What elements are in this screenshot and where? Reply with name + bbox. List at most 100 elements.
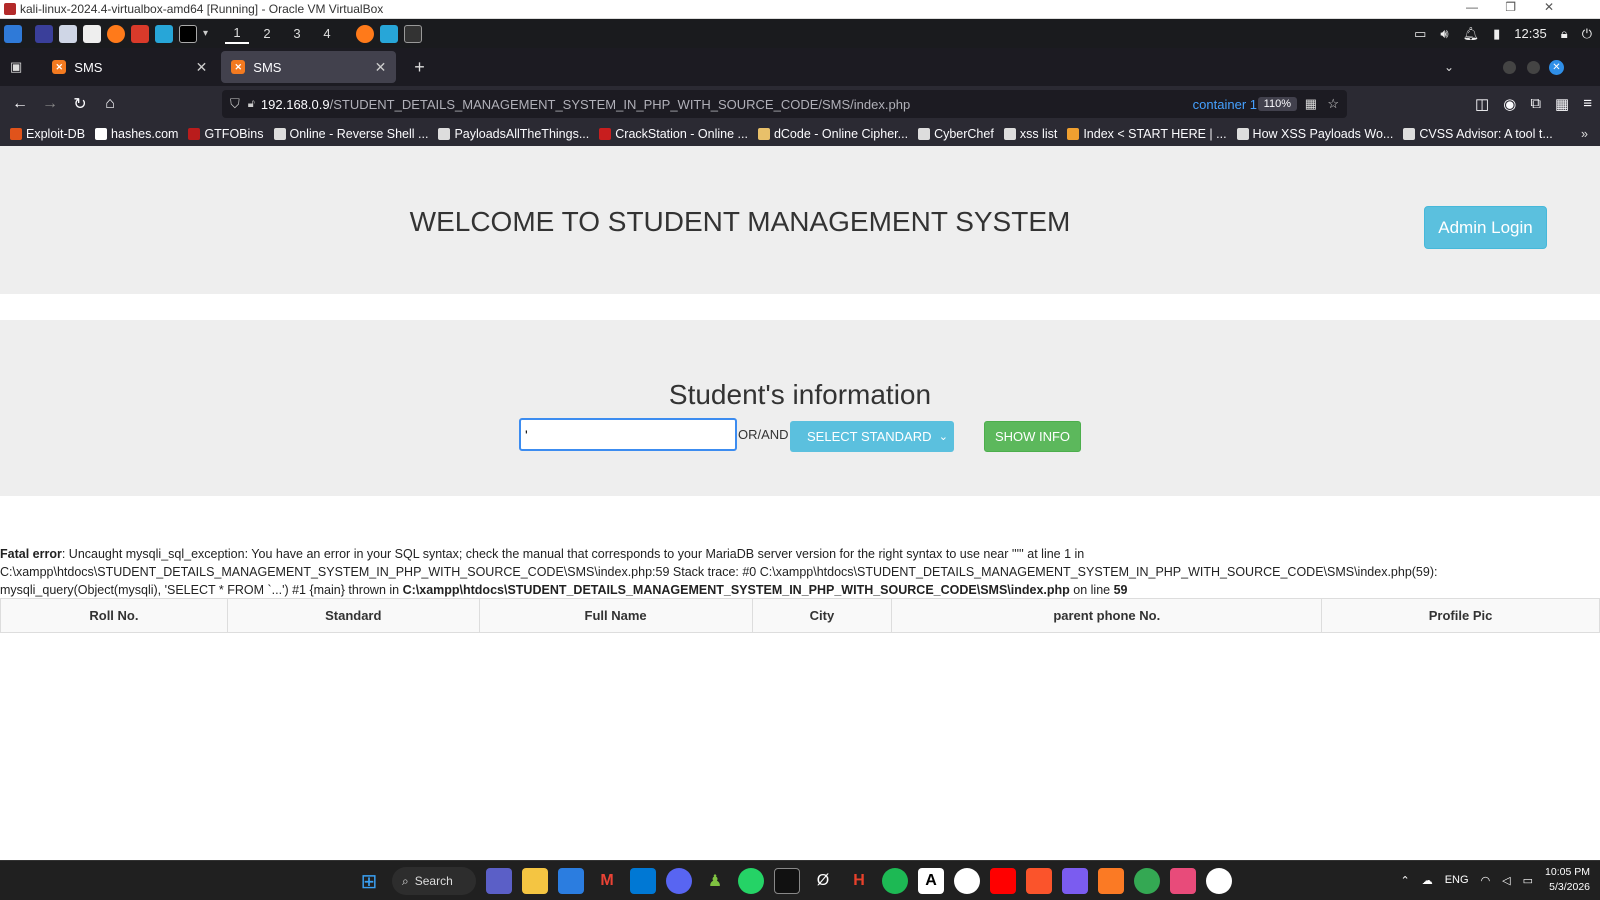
- bookmark-item[interactable]: Index < START HERE | ...: [1067, 127, 1227, 141]
- power-icon[interactable]: ⏻: [1582, 26, 1592, 42]
- workspace-1[interactable]: 1: [225, 24, 250, 44]
- chatgpt-icon[interactable]: [1206, 868, 1232, 894]
- lock-icon[interactable]: 🔒︎: [1561, 26, 1568, 42]
- bookmark-item[interactable]: How XSS Payloads Wo...: [1236, 127, 1393, 141]
- battery-icon[interactable]: ▭: [1523, 874, 1533, 887]
- chess-icon[interactable]: ♟: [702, 868, 728, 894]
- standard-select[interactable]: SELECT STANDARD ⌄: [790, 421, 954, 452]
- whatsapp-icon[interactable]: [738, 868, 764, 894]
- more-bookmarks-icon[interactable]: »: [1581, 127, 1588, 141]
- minimize-window-icon[interactable]: [1503, 60, 1516, 74]
- recorder-icon[interactable]: [1170, 868, 1196, 894]
- close-icon[interactable]: ✕: [1544, 0, 1554, 14]
- bookmark-item[interactable]: Exploit-DB: [10, 127, 85, 141]
- workspace-4[interactable]: 4: [315, 24, 339, 44]
- new-tab-icon[interactable]: +: [414, 57, 425, 78]
- account-icon[interactable]: ◉: [1503, 95, 1516, 113]
- firefox-icon[interactable]: [107, 24, 125, 43]
- forward-icon[interactable]: →: [36, 95, 64, 113]
- bookmark-item[interactable]: dCode - Online Cipher...: [757, 127, 908, 141]
- back-icon[interactable]: ←: [6, 95, 34, 113]
- home-icon[interactable]: ⌂: [96, 95, 124, 113]
- brave-icon[interactable]: [1026, 868, 1052, 894]
- tab-sms-2[interactable]: ✕ SMS ✕: [221, 51, 397, 83]
- notion-icon[interactable]: Ø: [810, 868, 836, 894]
- bookmark-star-icon[interactable]: ☆: [1327, 96, 1339, 112]
- bookmark-item[interactable]: CVSS Advisor: A tool t...: [1403, 127, 1553, 141]
- menu-icon[interactable]: ≡: [1583, 95, 1592, 113]
- vbox-window-title: kali-linux-2024.4-virtualbox-amd64 [Runn…: [20, 2, 384, 16]
- youtube-icon[interactable]: [990, 868, 1016, 894]
- close-tab-icon[interactable]: ✕: [196, 59, 208, 76]
- reload-icon[interactable]: ↻: [66, 94, 94, 114]
- bookmark-item[interactable]: PayloadsAllTheThings...: [438, 127, 589, 141]
- brave-icon[interactable]: [131, 24, 149, 43]
- obsidian-icon[interactable]: [1062, 868, 1088, 894]
- roll-search-input[interactable]: [519, 418, 737, 451]
- terminal-icon[interactable]: [774, 868, 800, 894]
- display-icon[interactable]: ▭: [1414, 26, 1426, 42]
- bookmark-item[interactable]: CyberChef: [918, 127, 994, 141]
- insecure-lock-icon[interactable]: 🔓︎: [248, 98, 255, 111]
- workspace-3[interactable]: 3: [285, 24, 309, 44]
- close-window-icon[interactable]: ✕: [1549, 59, 1564, 75]
- taskbar-search[interactable]: ⌕ Search: [392, 867, 476, 895]
- tab-sms-1[interactable]: ✕ SMS ✕: [42, 51, 217, 83]
- firefox-window-icon[interactable]: [356, 24, 375, 43]
- chrome-icon[interactable]: [1134, 868, 1160, 894]
- show-info-button[interactable]: SHOW INFO: [984, 421, 1081, 452]
- chevron-down-icon[interactable]: ⌄: [1444, 60, 1454, 74]
- kali-menu-icon[interactable]: [4, 24, 22, 43]
- shield-icon[interactable]: ⛉: [230, 96, 240, 112]
- restore-icon[interactable]: ❐: [1505, 0, 1516, 14]
- wifi-icon[interactable]: ◠: [1481, 874, 1491, 887]
- zoom-level[interactable]: 110%: [1257, 97, 1297, 111]
- spotify-icon[interactable]: [882, 868, 908, 894]
- ai-app-icon[interactable]: A: [918, 868, 944, 894]
- gmail-icon[interactable]: M: [594, 868, 620, 894]
- file-explorer-icon[interactable]: [522, 868, 548, 894]
- volume-icon[interactable]: 🔊︎: [1440, 26, 1448, 42]
- chevron-up-icon[interactable]: ⌃: [1401, 874, 1410, 887]
- bookmark-item[interactable]: Online - Reverse Shell ...: [273, 127, 428, 141]
- battery-icon[interactable]: ▮: [1493, 26, 1500, 42]
- tab-list-icon[interactable]: ▣: [10, 59, 22, 75]
- apps-icon[interactable]: ▦: [1555, 95, 1569, 113]
- close-tab-icon[interactable]: ✕: [375, 59, 387, 76]
- bookmark-item[interactable]: GTFOBins: [188, 127, 264, 141]
- language-indicator[interactable]: ENG: [1445, 874, 1469, 886]
- maximize-window-icon[interactable]: [1527, 60, 1540, 74]
- file-manager-icon[interactable]: [59, 24, 77, 43]
- text-editor-icon[interactable]: [83, 24, 101, 43]
- h-app-icon[interactable]: H: [846, 868, 872, 894]
- chevron-down-icon[interactable]: ▾: [203, 24, 208, 44]
- bookmark-item[interactable]: hashes.com: [95, 127, 178, 141]
- extensions-icon[interactable]: ⧉: [1530, 95, 1541, 113]
- volume-icon[interactable]: ◁: [1502, 874, 1510, 887]
- grid-icon[interactable]: ▦: [1305, 96, 1317, 112]
- taskbar-clock[interactable]: 10:05 PM 5/3/2026: [1545, 865, 1590, 895]
- xampp-icon[interactable]: [1098, 868, 1124, 894]
- windows-start-icon[interactable]: ⊞: [356, 868, 382, 894]
- bookmark-item[interactable]: xss list: [1003, 127, 1057, 141]
- vscode-icon[interactable]: [630, 868, 656, 894]
- pocket-icon[interactable]: ◫: [1475, 95, 1489, 113]
- minimize-icon[interactable]: —: [1466, 0, 1478, 14]
- bookmark-item[interactable]: CrackStation - Online ...: [599, 127, 748, 141]
- admin-login-button[interactable]: Admin Login: [1424, 206, 1547, 249]
- url-bar[interactable]: ⛉ 🔓︎ 192.168.0.9 /STUDENT_DETAILS_MANAGE…: [222, 90, 1347, 118]
- burpsuite-icon[interactable]: [155, 24, 173, 43]
- container-label[interactable]: container 1: [1193, 97, 1257, 112]
- cloud-icon[interactable]: ☁: [1422, 874, 1433, 887]
- discord-icon[interactable]: [666, 868, 692, 894]
- workspace-2[interactable]: 2: [255, 24, 279, 44]
- store-icon[interactable]: [558, 868, 584, 894]
- teams-icon[interactable]: [486, 868, 512, 894]
- burpsuite-window-icon[interactable]: [380, 24, 399, 43]
- show-desktop-icon[interactable]: [35, 24, 53, 43]
- kali-clock[interactable]: 12:35: [1514, 26, 1547, 41]
- github-icon[interactable]: [954, 868, 980, 894]
- terminal-icon[interactable]: [179, 24, 197, 43]
- terminal-window-icon[interactable]: [404, 24, 423, 43]
- notification-bell-icon[interactable]: 🔔︎: [1463, 26, 1480, 42]
